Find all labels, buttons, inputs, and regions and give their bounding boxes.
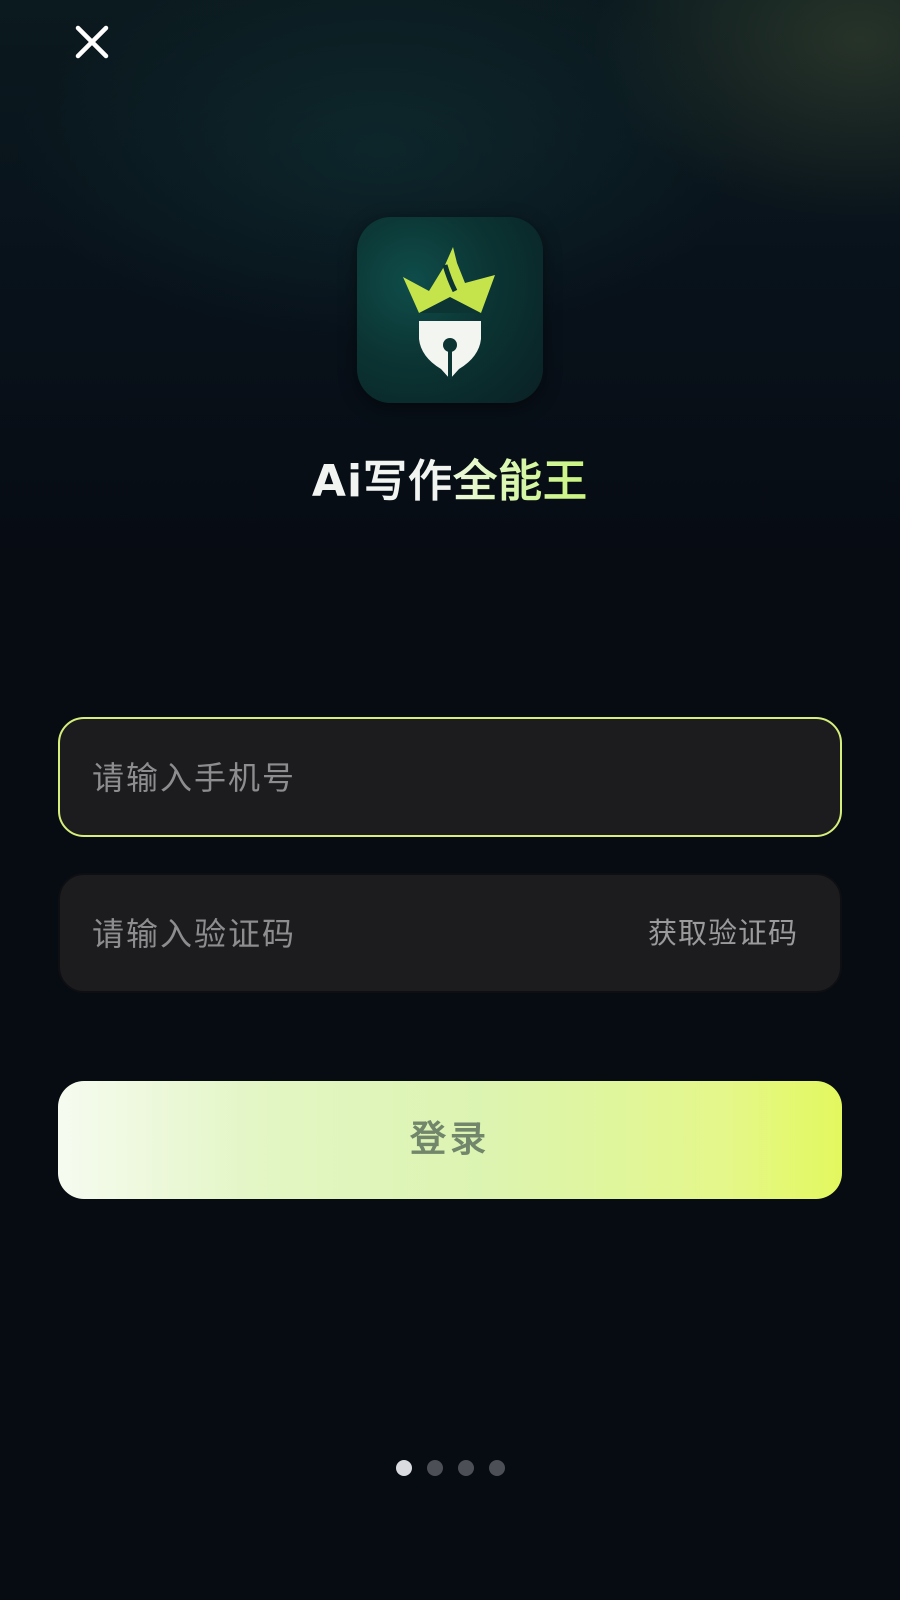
app-title-part2: 全能王 bbox=[453, 456, 589, 507]
page-dot bbox=[395, 1460, 412, 1476]
login-button[interactable]: 登录 bbox=[58, 1081, 842, 1199]
get-code-button[interactable]: 获取验证码 bbox=[648, 875, 798, 991]
login-screen: Ai写作全能王 获取验证码 登录 bbox=[0, 0, 900, 1600]
phone-input[interactable] bbox=[90, 719, 614, 837]
page-dot bbox=[488, 1460, 505, 1476]
app-title-part1: Ai写作 bbox=[311, 456, 454, 507]
phone-field-container bbox=[58, 717, 842, 837]
verification-code-input[interactable] bbox=[90, 875, 614, 993]
page-dot bbox=[426, 1460, 443, 1476]
crown-pen-nib-icon bbox=[403, 247, 495, 379]
app-logo bbox=[357, 217, 543, 403]
close-button[interactable] bbox=[68, 18, 116, 66]
close-icon bbox=[75, 25, 109, 59]
code-field-container: 获取验证码 bbox=[58, 873, 842, 993]
page-indicator bbox=[0, 1460, 900, 1476]
page-dot bbox=[457, 1460, 474, 1476]
app-title: Ai写作全能王 bbox=[0, 452, 900, 512]
